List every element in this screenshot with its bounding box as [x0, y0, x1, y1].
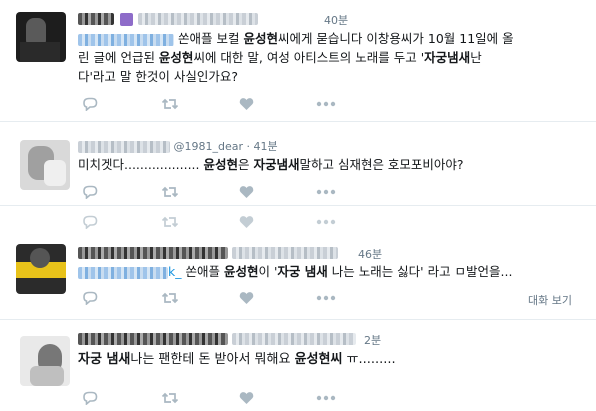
- avatar[interactable]: [16, 12, 66, 62]
- tweet-3[interactable]: 46분 k_ 쏜애플 윤성현이 '자궁 냄새 나는 노래는 싫다' 라고 ㅁ발언…: [0, 206, 596, 320]
- reply-icon[interactable]: [80, 214, 100, 230]
- tweet-handle-time[interactable]: @1981_dear · 41분: [174, 140, 278, 153]
- retweet-icon[interactable]: [160, 290, 180, 306]
- more-icon[interactable]: [316, 390, 336, 406]
- blurred-handle: [231, 247, 338, 259]
- reply-icon[interactable]: [80, 96, 100, 112]
- tweet-time[interactable]: 40분: [324, 12, 348, 28]
- more-icon[interactable]: [316, 290, 336, 306]
- avatar[interactable]: [20, 140, 70, 190]
- tweet-1[interactable]: 40분 쏜애플 보컬 윤성현씨에게 묻습니다 이창용씨가 10월 11일에 올 …: [0, 0, 596, 122]
- blurred-handle: [231, 333, 356, 345]
- blurred-action-row: [80, 214, 350, 230]
- tweet-actions: [80, 184, 350, 200]
- more-icon[interactable]: [316, 214, 336, 230]
- blurred-name: [78, 247, 228, 259]
- reply-icon[interactable]: [80, 184, 100, 200]
- blurred-mention: [78, 33, 174, 46]
- reply-icon[interactable]: [80, 290, 100, 306]
- avatar[interactable]: [16, 244, 66, 294]
- blurred-mention: [78, 266, 168, 279]
- retweet-icon[interactable]: [160, 390, 180, 406]
- like-icon[interactable]: [236, 290, 256, 306]
- like-icon[interactable]: [236, 184, 256, 200]
- more-icon[interactable]: [316, 96, 336, 112]
- blurred-handle: [138, 13, 258, 25]
- tweet-4[interactable]: 2분 자궁 냄새나는 팬한테 돈 받아서 뭐해요 윤성현씨 ㅠ.........: [0, 320, 596, 411]
- tweet-time[interactable]: 46분: [358, 246, 382, 262]
- tweet-header: [78, 332, 356, 345]
- like-icon[interactable]: [236, 390, 256, 406]
- tweet-header: [78, 246, 338, 259]
- tweet-text: 미치겟다................... 윤성현은 자궁냄새말하고 심재현…: [78, 157, 464, 172]
- tweet-actions: [80, 96, 350, 112]
- blurred-name: [78, 333, 228, 345]
- blurred-name: [78, 13, 114, 25]
- tweet-text: k_ 쏜애플 윤성현이 '자궁 냄새 나는 노래는 싫다' 라고 ㅁ발언을...: [78, 262, 583, 281]
- tweet-actions: [80, 390, 350, 406]
- tweet-2[interactable]: @1981_dear · 41분 미치겟다...................…: [0, 124, 596, 206]
- blurred-name: [78, 141, 170, 153]
- reply-icon[interactable]: [80, 390, 100, 406]
- tweet-header: [78, 12, 258, 26]
- retweet-icon[interactable]: [160, 96, 180, 112]
- avatar[interactable]: [20, 336, 70, 386]
- retweet-icon[interactable]: [160, 184, 180, 200]
- tweet-actions: [80, 290, 350, 306]
- more-icon[interactable]: [316, 184, 336, 200]
- timeline: 40분 쏜애플 보컬 윤성현씨에게 묻습니다 이창용씨가 10월 11일에 올 …: [0, 0, 596, 411]
- tweet-time[interactable]: 2분: [364, 332, 381, 348]
- like-icon[interactable]: [236, 214, 256, 230]
- tweet-text: 자궁 냄새나는 팬한테 돈 받아서 뭐해요 윤성현씨 ㅠ.........: [78, 352, 396, 367]
- view-conversation-link[interactable]: 대화 보기: [528, 292, 572, 308]
- tweet-header: @1981_dear · 41분: [78, 138, 278, 154]
- like-icon[interactable]: [236, 96, 256, 112]
- tweet-text: 쏜애플 보컬 윤성현씨에게 묻습니다 이창용씨가 10월 11일에 올 린 글에…: [78, 31, 514, 84]
- retweet-icon[interactable]: [160, 214, 180, 230]
- badge-icon: [119, 12, 133, 26]
